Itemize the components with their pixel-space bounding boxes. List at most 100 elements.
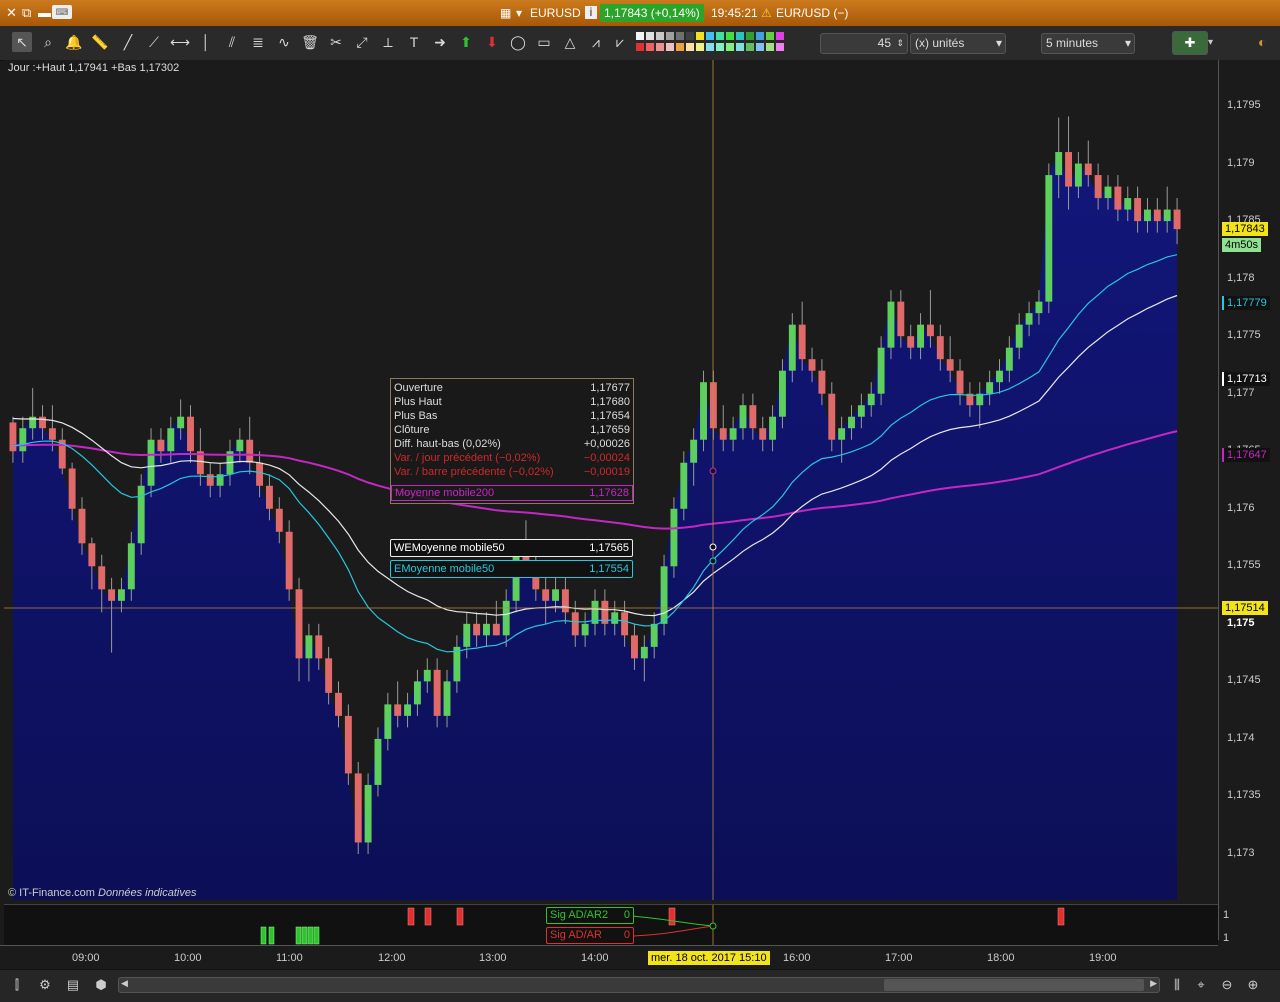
color-swatch[interactable] — [686, 32, 694, 40]
restore-icon[interactable]: ⧉ — [22, 4, 31, 22]
candle-down — [926, 324, 934, 337]
zoom-tool-icon[interactable]: ⌕ — [38, 32, 58, 52]
zoom-fit-icon[interactable]: ⌖ — [1192, 976, 1210, 994]
color-swatch[interactable] — [696, 43, 704, 51]
stepper-icon[interactable]: ⇕ — [896, 34, 904, 53]
symbol-name[interactable]: EURUSD — [530, 4, 581, 22]
candle-up — [305, 635, 313, 659]
pointer-tool-icon[interactable]: ↖ — [12, 32, 32, 52]
arrow-right-icon[interactable]: ➜ — [430, 32, 450, 52]
color-swatch[interactable] — [636, 43, 644, 51]
template-icon[interactable]: ▤ — [64, 976, 82, 994]
keyboard-icon[interactable]: ⌨ — [52, 5, 72, 19]
fibonacci-tool-icon[interactable]: ≣ — [248, 32, 268, 52]
candle-down — [433, 669, 441, 716]
text-tool-icon[interactable]: T — [404, 32, 424, 52]
channel-tool-icon[interactable]: ⫽ — [222, 32, 242, 52]
color-swatch[interactable] — [696, 32, 704, 40]
wave-tool-icon[interactable]: ∿ — [274, 32, 294, 52]
close-icon[interactable]: ✕ — [6, 4, 17, 22]
color-swatch[interactable] — [746, 43, 754, 51]
color-palette[interactable] — [636, 32, 792, 54]
rectangle-tool-icon[interactable]: ▭ — [534, 32, 554, 52]
pattern-tool-icon[interactable]: ⩘ — [586, 32, 606, 52]
scroll-thumb[interactable] — [884, 979, 1144, 991]
units-input[interactable]: 45 ⇕ — [820, 33, 908, 54]
info-icon[interactable]: i — [585, 6, 597, 19]
tools-icon[interactable]: ✂ — [326, 32, 346, 52]
tooltip-key: Plus Haut — [394, 396, 442, 408]
color-swatch[interactable] — [756, 32, 764, 40]
units-select[interactable]: (x) unités ▾ — [910, 33, 1006, 54]
color-swatch[interactable] — [756, 43, 764, 51]
compare-icon[interactable]: ⬢ — [92, 976, 110, 994]
color-swatch[interactable] — [706, 43, 714, 51]
color-swatch[interactable] — [726, 43, 734, 51]
triangle-tool-icon[interactable]: △ — [560, 32, 580, 52]
color-swatch[interactable] — [726, 32, 734, 40]
horizontal-line-icon[interactable]: ⟷ — [170, 32, 190, 52]
color-swatch[interactable] — [746, 32, 754, 40]
color-swatch[interactable] — [716, 43, 724, 51]
candle-down — [68, 468, 76, 509]
arrow-down-icon[interactable]: ⬇ — [482, 32, 502, 52]
pitchfork-icon[interactable]: ⟂ — [378, 32, 398, 52]
candle-up — [1144, 209, 1151, 222]
flag-icon: ▦ — [500, 6, 512, 20]
color-swatch[interactable] — [766, 32, 774, 40]
ruler-tool-icon[interactable]: 📏 — [90, 32, 110, 52]
side-panel-icon[interactable]: ◐ — [1258, 34, 1266, 50]
symbol-dropdown-icon[interactable]: ▾ — [516, 4, 522, 22]
color-swatch[interactable] — [686, 43, 694, 51]
color-swatch[interactable] — [776, 43, 784, 51]
scroll-right-icon[interactable]: ▶ — [1150, 978, 1157, 989]
line-tool-icon[interactable]: ⟋ — [144, 32, 164, 52]
candle-down — [157, 439, 165, 452]
segment-tool-icon[interactable]: ╱ — [118, 32, 138, 52]
ellipse-tool-icon[interactable]: ◯ — [508, 32, 528, 52]
color-swatch[interactable] — [666, 32, 674, 40]
vertical-line-icon[interactable]: │ — [196, 32, 216, 52]
color-swatch[interactable] — [656, 32, 664, 40]
color-swatch[interactable] — [646, 32, 654, 40]
chevron-down-icon[interactable]: ▾ — [1208, 37, 1213, 48]
scroll-left-icon[interactable]: ◀ — [121, 978, 128, 989]
chart-scrollbar[interactable]: ◀ ▶ — [118, 977, 1160, 993]
candle-up — [611, 612, 619, 624]
color-swatch[interactable] — [736, 32, 744, 40]
color-swatch[interactable] — [776, 32, 784, 40]
add-indicator-button[interactable]: ✚ — [1172, 31, 1208, 55]
alert-bell-icon[interactable]: 🔔 — [64, 32, 84, 52]
color-swatch[interactable] — [676, 43, 684, 51]
tooltip-row: Var. / barre précédente (−0,02%) −0,00019 — [394, 465, 630, 479]
candle-down — [39, 416, 46, 429]
minimize-icon[interactable]: ▬ — [38, 4, 51, 22]
time-axis[interactable]: 09:00 10:00 11:00 12:00 13:00 14:00 16:00 17:00… — [0, 945, 1218, 970]
price-axis[interactable]: 1,17951,1791,17851,1781,17751,1771,17651… — [1218, 60, 1280, 944]
expand-icon[interactable]: ⤢ — [352, 32, 372, 52]
candle-up — [867, 393, 875, 406]
units-label: (x) unités — [915, 36, 965, 50]
chevron-down-icon: ▾ — [995, 36, 1002, 50]
arrow-up-icon[interactable]: ⬆ — [456, 32, 476, 52]
candle-down — [295, 589, 303, 659]
color-swatch[interactable] — [646, 43, 654, 51]
color-swatch[interactable] — [666, 43, 674, 51]
chart-type-icon[interactable]: ⫿ — [8, 976, 26, 994]
color-swatch[interactable] — [636, 32, 644, 40]
zoom-in-icon[interactable]: ⊕ — [1244, 976, 1262, 994]
color-swatch[interactable] — [736, 43, 744, 51]
ema50-value: 1,17554 — [589, 563, 629, 575]
trash-icon[interactable]: 🗑 — [300, 32, 320, 52]
zoom-out-icon[interactable]: ⊖ — [1218, 976, 1236, 994]
settings-icon[interactable]: ⚙ — [36, 976, 54, 994]
color-swatch[interactable] — [706, 32, 714, 40]
color-swatch[interactable] — [716, 32, 724, 40]
color-swatch[interactable] — [766, 43, 774, 51]
polyline-tool-icon[interactable]: ⩗ — [610, 32, 630, 52]
tooltip-value: 1,17677 — [590, 382, 630, 394]
timeframe-select[interactable]: 5 minutes ▾ — [1041, 33, 1135, 54]
color-swatch[interactable] — [676, 32, 684, 40]
chart-style-icon[interactable]: ⫼ — [1168, 976, 1186, 994]
color-swatch[interactable] — [656, 43, 664, 51]
